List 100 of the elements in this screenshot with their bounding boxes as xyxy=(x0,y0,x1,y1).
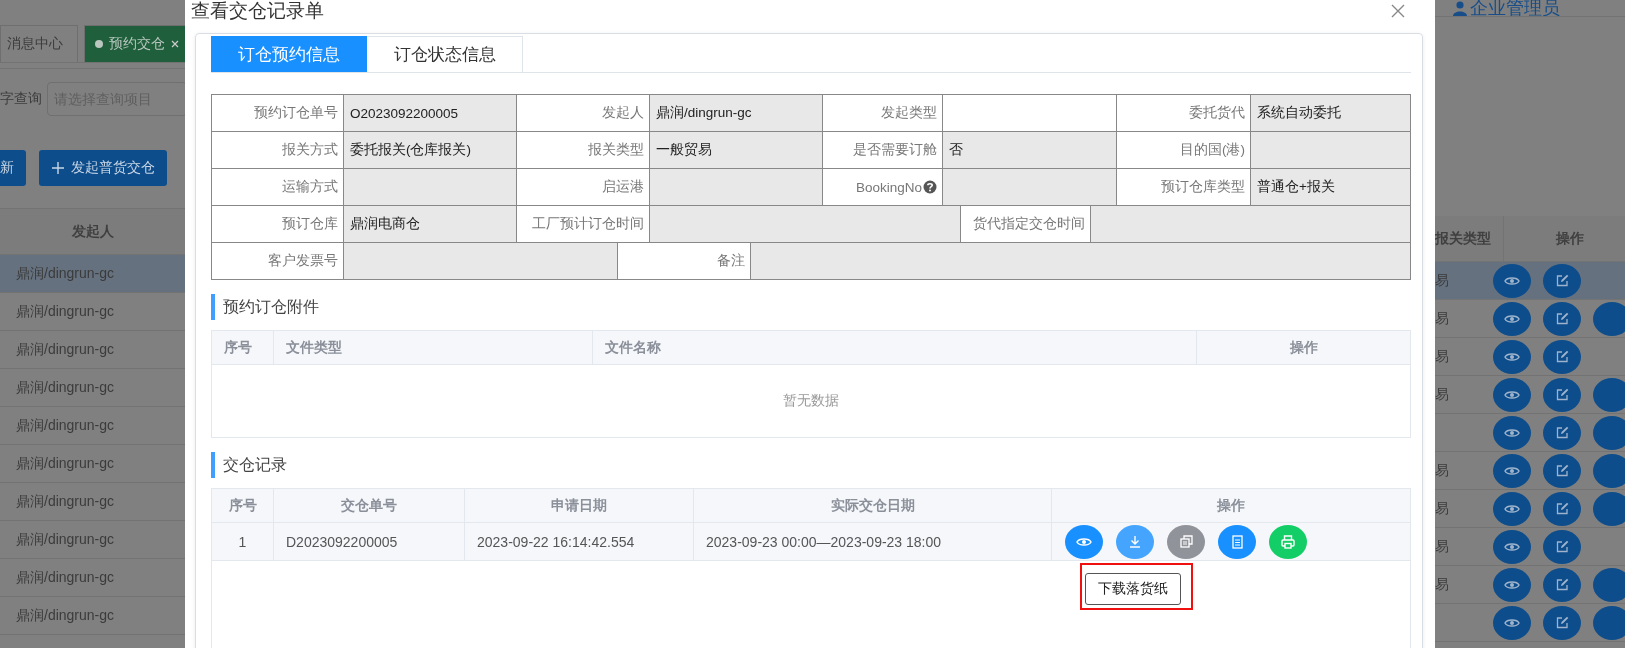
eye-icon xyxy=(1504,350,1520,363)
edit-button[interactable] xyxy=(1543,605,1581,640)
plus-icon xyxy=(51,161,65,175)
table-cell: 鼎润/dingrun-gc xyxy=(16,302,115,321)
view-button[interactable] xyxy=(1493,263,1531,298)
document-button[interactable] xyxy=(1218,524,1256,559)
edit-button[interactable] xyxy=(1543,453,1581,488)
edit-button[interactable] xyxy=(1543,529,1581,564)
edit-icon xyxy=(1555,464,1569,477)
field-value: O2023092200005 xyxy=(344,95,517,132)
table-row[interactable]: 鼎润/dingrun-gc xyxy=(0,255,185,293)
column-header: 文件名称 xyxy=(605,338,661,357)
column-header: 操作 xyxy=(1289,338,1318,357)
edit-button[interactable] xyxy=(1543,491,1581,526)
action-button[interactable] xyxy=(1593,301,1625,336)
view-button[interactable] xyxy=(1493,415,1531,450)
table-cell: 易 xyxy=(1435,461,1449,478)
field-value: 鼎润电商仓 xyxy=(344,206,517,243)
column-header: 实际交仓日期 xyxy=(830,496,915,515)
eye-icon xyxy=(1504,274,1520,287)
close-icon[interactable] xyxy=(1391,4,1405,18)
tab[interactable]: 订仓预约信息 xyxy=(211,36,367,72)
table-row[interactable]: 易 xyxy=(1435,338,1625,376)
column-header: 报关类型 xyxy=(1435,229,1491,248)
table-cell: 鼎润/dingrun-gc xyxy=(16,340,115,359)
view-button[interactable] xyxy=(1493,339,1531,374)
edit-button[interactable] xyxy=(1543,263,1581,298)
edit-button[interactable] xyxy=(1543,339,1581,374)
edit-icon xyxy=(1555,312,1569,325)
user-icon xyxy=(1453,0,1467,16)
print-button[interactable] xyxy=(1269,524,1307,559)
edit-icon xyxy=(1555,540,1569,553)
edit-button[interactable] xyxy=(1543,377,1581,412)
eye-icon xyxy=(1504,388,1520,401)
view-button[interactable] xyxy=(1065,524,1103,559)
view-button[interactable] xyxy=(1493,529,1531,564)
action-button[interactable]: 发起普货交仓 xyxy=(39,150,167,186)
close-icon[interactable] xyxy=(171,40,179,48)
user-name[interactable]: 企业管理员 xyxy=(1470,0,1560,16)
edit-icon xyxy=(1555,616,1569,629)
tooltip: 下载落货纸 xyxy=(1085,572,1181,605)
view-button[interactable] xyxy=(1493,605,1531,640)
edit-icon xyxy=(1555,350,1569,363)
help-icon[interactable] xyxy=(923,180,937,194)
edit-icon xyxy=(1555,426,1569,439)
column-header: 序号 xyxy=(224,338,252,357)
column-header: 操作 xyxy=(1217,496,1245,515)
page-tab[interactable]: 预约交仓 xyxy=(84,25,185,62)
table-cell: 鼎润/dingrun-gc xyxy=(16,454,115,473)
view-button[interactable] xyxy=(1493,491,1531,526)
view-button[interactable] xyxy=(1493,301,1531,336)
tab[interactable]: 订仓状态信息 xyxy=(367,36,523,72)
field-value: 系统自动委托 xyxy=(1251,95,1411,132)
column-header: 文件类型 xyxy=(286,338,342,357)
field-value: 否 xyxy=(943,132,1117,169)
table-cell: 2023-09-22 16:14:42.554 xyxy=(477,533,635,550)
section-title: 交仓记录 xyxy=(223,454,287,475)
action-button[interactable] xyxy=(1593,415,1625,450)
view-button[interactable] xyxy=(1493,377,1531,412)
edit-icon xyxy=(1555,388,1569,401)
page-tab[interactable]: 消息中心 xyxy=(0,25,78,62)
table-row[interactable]: 易 xyxy=(1435,528,1625,566)
copy-icon xyxy=(1179,535,1193,548)
table-cell: 鼎润/dingrun-gc xyxy=(16,416,115,435)
table-cell: 易 xyxy=(1435,309,1449,326)
download-button[interactable] xyxy=(1116,524,1154,559)
eye-icon xyxy=(1504,426,1520,439)
action-button[interactable] xyxy=(1593,567,1625,602)
view-button[interactable] xyxy=(1493,453,1531,488)
field-value: 委托报关(仓库报关) xyxy=(344,132,517,169)
action-button[interactable] xyxy=(1593,453,1625,488)
eye-icon xyxy=(1504,578,1520,591)
copy-button[interactable] xyxy=(1167,524,1205,559)
column-header: 发起人 xyxy=(71,222,114,241)
action-button[interactable] xyxy=(1593,491,1625,526)
table-cell: 1 xyxy=(238,533,247,550)
eye-icon xyxy=(1504,540,1520,553)
edit-button[interactable] xyxy=(1543,415,1581,450)
table-row[interactable]: 易 xyxy=(1435,262,1625,300)
dialog-title: 查看交仓记录单 xyxy=(191,0,324,22)
table-cell: 鼎润/dingrun-gc xyxy=(16,492,115,511)
column-header: 序号 xyxy=(228,496,257,515)
eye-icon xyxy=(1504,616,1520,629)
action-button[interactable] xyxy=(1593,605,1625,640)
action-button[interactable]: 新 xyxy=(0,150,26,186)
printer-icon xyxy=(1281,534,1295,549)
field-value: 一般贸易 xyxy=(650,132,823,169)
column-header: 操作 xyxy=(1556,229,1584,248)
view-button[interactable] xyxy=(1493,567,1531,602)
table-cell: 易 xyxy=(1435,499,1449,516)
edit-button[interactable] xyxy=(1543,301,1581,336)
field-label: 发起类型 xyxy=(823,95,943,132)
table-cell: 鼎润/dingrun-gc xyxy=(16,264,115,283)
empty-text: 暂无数据 xyxy=(783,392,839,410)
action-button[interactable] xyxy=(1593,377,1625,412)
download-icon xyxy=(1129,535,1141,548)
eye-icon xyxy=(1504,502,1520,515)
field-value: 鼎润/dingrun-gc xyxy=(650,95,823,132)
table-cell: 易 xyxy=(1435,575,1449,592)
edit-button[interactable] xyxy=(1543,567,1581,602)
